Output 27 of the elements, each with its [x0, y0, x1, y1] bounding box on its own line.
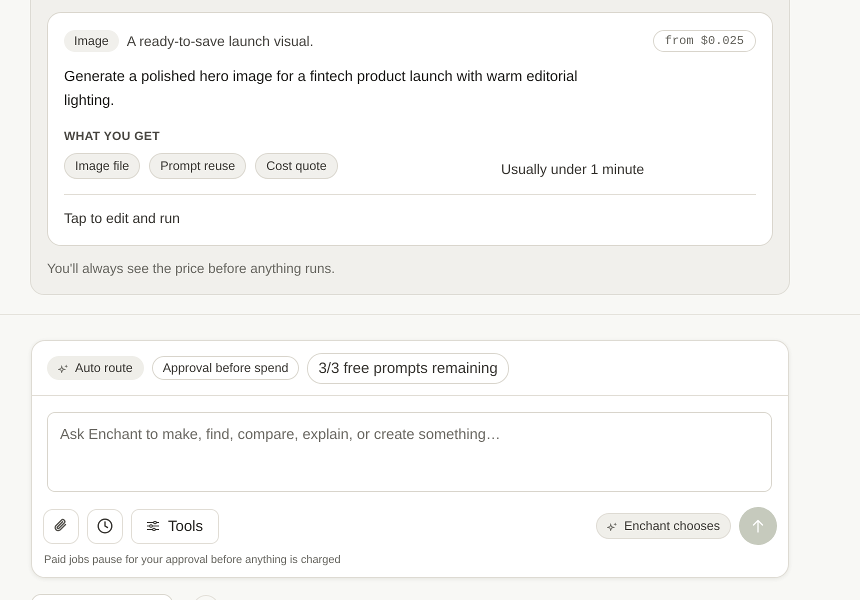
tools-button[interactable]: Tools: [131, 508, 220, 544]
prompt-text: Generate a polished hero image for a fintech product launch with warm editorial lighting.: [64, 68, 578, 111]
clock-icon: [97, 518, 113, 534]
paperclip-icon: [53, 518, 69, 534]
sparkle-icon: [58, 364, 69, 372]
approval-footnote: Paid jobs pause for your approval before anything is charged: [44, 553, 342, 567]
attach-button[interactable]: [43, 508, 79, 544]
price-note: You'll always see the price before anything runs.: [47, 261, 336, 277]
deliverable-tag: Cost quote: [255, 153, 338, 179]
sparkle-icon: [607, 522, 618, 530]
type-badge: Image: [64, 30, 119, 52]
section-label: WHAT YOU GET: [64, 128, 161, 144]
deliverable-tag: Prompt reuse: [149, 153, 246, 179]
deliverable-tag: Image file: [64, 153, 140, 179]
eta-text: Usually under 1 minute: [501, 160, 646, 177]
approval-chip[interactable]: Approval before spend: [152, 356, 300, 380]
price-tag: from $0.025: [652, 30, 756, 52]
card-subtitle: A ready-to-save launch visual.: [126, 33, 314, 49]
route-chip[interactable]: Auto route: [47, 356, 144, 380]
sliders-icon: [147, 521, 159, 531]
model-chip[interactable]: Enchant chooses: [596, 513, 731, 539]
history-button[interactable]: [87, 508, 123, 544]
result-card[interactable]: [47, 12, 773, 246]
action-hint: Tap to edit and run: [64, 209, 181, 228]
quota-chip[interactable]: 3/3 free prompts remaining: [307, 352, 509, 384]
arrow-up-icon: [752, 519, 764, 533]
prompt-input[interactable]: Ask Enchant to make, find, compare, explain, or create something…: [47, 412, 772, 492]
